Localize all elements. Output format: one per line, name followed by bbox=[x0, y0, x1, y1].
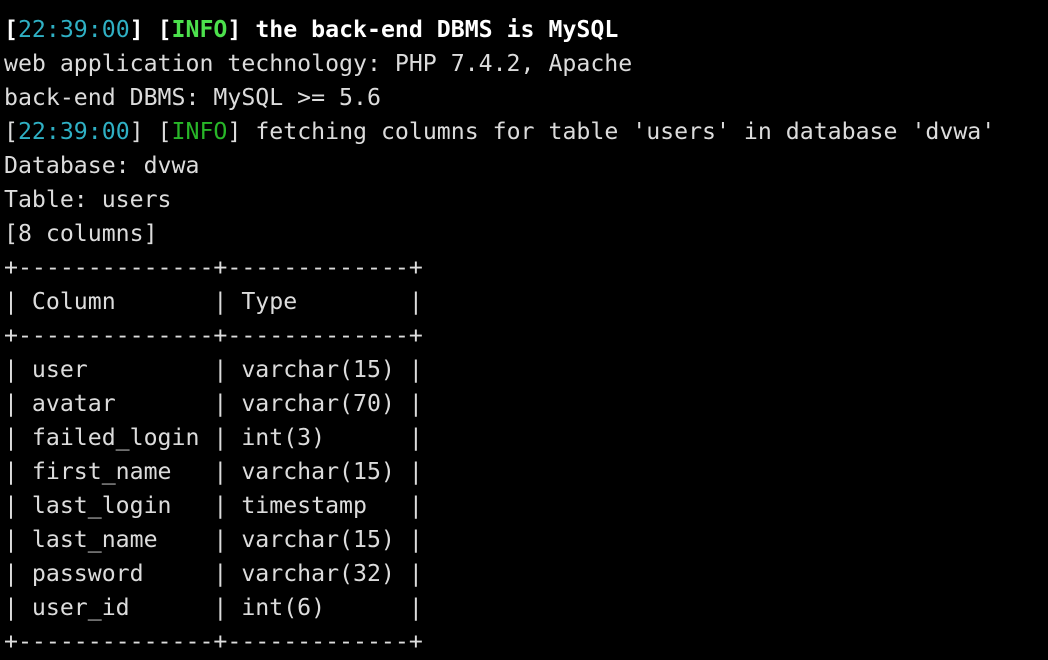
terminal-window: [22:39:00] [INFO] the back-end DBMS is M… bbox=[0, 0, 1048, 660]
log-line-web-tech: web application technology: PHP 7.4.2, A… bbox=[4, 50, 633, 77]
bracket: ] [ bbox=[129, 118, 172, 145]
table-row: | user_id | int(6) | bbox=[4, 594, 423, 621]
bracket: ] bbox=[227, 16, 242, 43]
table-row: | first_name | varchar(15) | bbox=[4, 458, 423, 485]
bracket: [ bbox=[4, 16, 18, 43]
database-label: Database: dvwa bbox=[4, 152, 200, 179]
log-line-dbms-version: back-end DBMS: MySQL >= 5.6 bbox=[4, 84, 381, 111]
table-row: | password | varchar(32) | bbox=[4, 560, 423, 587]
column-count: [8 columns] bbox=[4, 220, 158, 247]
log-message: fetching columns for table 'users' in da… bbox=[241, 118, 996, 145]
table-row: | last_login | timestamp | bbox=[4, 492, 423, 519]
bracket: [ bbox=[4, 118, 18, 145]
table-row: | user | varchar(15) | bbox=[4, 356, 423, 383]
log-line-fetching-columns: [22:39:00] [INFO] fetching columns for t… bbox=[4, 115, 1048, 149]
log-message: the back-end DBMS is MySQL bbox=[241, 16, 619, 43]
table-row: | last_name | varchar(15) | bbox=[4, 526, 423, 553]
table-row: | failed_login | int(3) | bbox=[4, 424, 423, 451]
table-label: Table: users bbox=[4, 186, 172, 213]
info-tag: INFO bbox=[171, 16, 228, 43]
table-border-header: +--------------+-------------+ bbox=[4, 322, 423, 349]
timestamp: 22:39:00 bbox=[17, 118, 130, 145]
table-border-bottom: +--------------+-------------+ bbox=[4, 628, 423, 655]
table-header: | Column | Type | bbox=[4, 288, 423, 315]
log-line-dbms-detected: [22:39:00] [INFO] the back-end DBMS is M… bbox=[4, 13, 1048, 47]
timestamp: 22:39:00 bbox=[17, 16, 130, 43]
bracket: ] bbox=[227, 118, 242, 145]
bracket: ] [ bbox=[129, 16, 172, 43]
info-tag: INFO bbox=[171, 118, 228, 145]
table-border-top: +--------------+-------------+ bbox=[4, 254, 423, 281]
table-row: | avatar | varchar(70) | bbox=[4, 390, 423, 417]
